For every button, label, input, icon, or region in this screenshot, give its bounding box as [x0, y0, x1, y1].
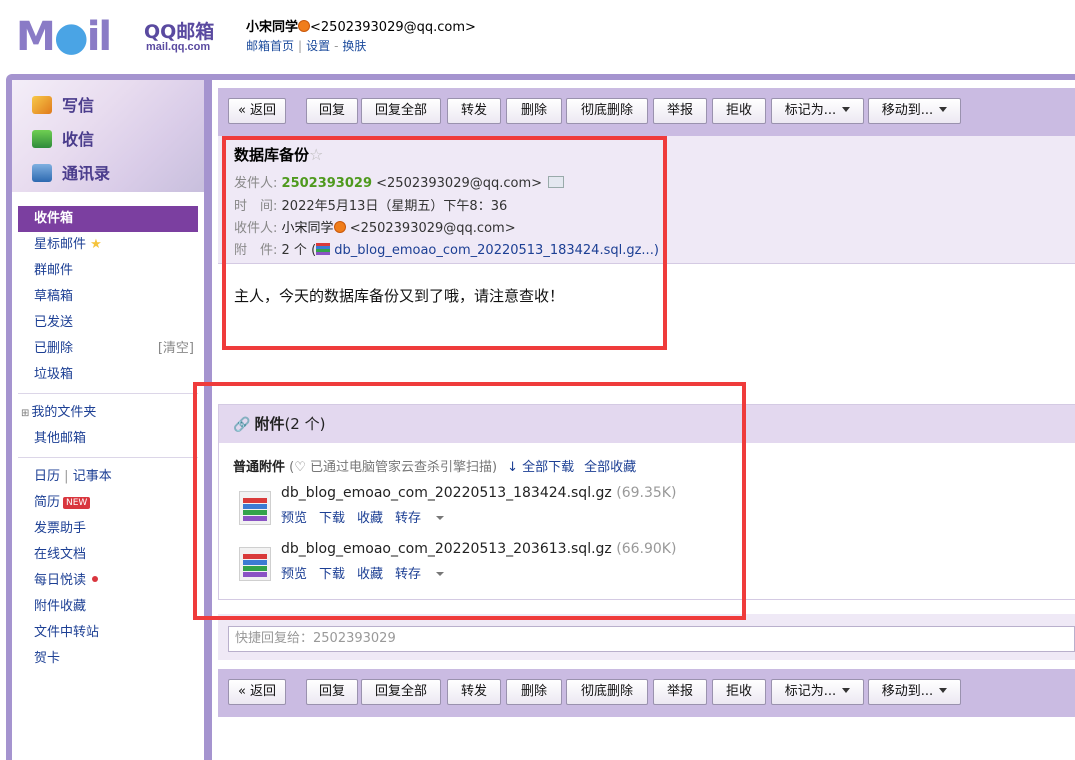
notes-link[interactable]: 记事本 — [73, 469, 112, 484]
unread-dot-icon — [92, 576, 99, 582]
user-info: 小宋同学 <2502393029@qq.com> — [246, 16, 476, 35]
invoice-assistant-link[interactable]: 发票助手 — [18, 516, 198, 542]
chevron-down-icon — [939, 688, 948, 693]
chevron-down-icon — [842, 688, 851, 693]
reply-all-button[interactable]: 回复全部 — [361, 98, 441, 124]
quick-actions-panel: 写信 收信 通讯录 — [12, 80, 204, 192]
online-docs-link[interactable]: 在线文档 — [18, 542, 198, 568]
delete-forever-button[interactable]: 彻底删除 — [566, 679, 648, 705]
user-links: 邮箱首页 | 设置 - 换肤 — [246, 39, 367, 53]
top-toolbar: « 返回 回复 回复全部 转发 删除 彻底删除 举报 拒收 标记为... 移动到… — [218, 88, 1075, 136]
report-button[interactable]: 举报 — [653, 679, 707, 705]
delete-forever-button[interactable]: 彻底删除 — [566, 98, 648, 124]
user-email: <2502393029@qq.com> — [310, 20, 476, 35]
calendar-notes-row: 日历 | 记事本 — [18, 464, 198, 490]
back-button[interactable]: « 返回 — [228, 679, 286, 705]
receive-mail-button[interactable]: 收信 — [32, 126, 94, 150]
reply-button[interactable]: 回复 — [306, 98, 358, 124]
contacts-button[interactable]: 通讯录 — [32, 160, 110, 184]
mark-as-dropdown[interactable]: 标记为... — [771, 98, 864, 124]
mark-as-dropdown[interactable]: 标记为... — [771, 679, 864, 705]
divider — [18, 457, 198, 458]
resume-link[interactable]: 简历 NEW — [18, 490, 198, 516]
folder-my-folders[interactable]: ⊞ 我的文件夹 — [18, 400, 198, 426]
write-label: 写信 — [62, 96, 95, 115]
settings-link[interactable]: 设置 — [306, 39, 330, 53]
greeting-card-link[interactable]: 贺卡 — [18, 646, 198, 672]
highlight-box-attachments — [193, 382, 746, 620]
folder-sent[interactable]: 已发送 — [18, 310, 198, 336]
folder-starred[interactable]: 星标邮件 ★ — [18, 232, 198, 258]
mailbox-home-link[interactable]: 邮箱首页 — [246, 39, 294, 53]
daily-reading-link[interactable]: 每日悦读 — [18, 568, 198, 594]
logo-url-text: mail.qq.com — [146, 41, 211, 53]
top-header: M●il QQ邮箱 mail.qq.com 小宋同学 <2502393029@qq… — [0, 0, 1075, 78]
delete-button[interactable]: 删除 — [506, 679, 562, 705]
my-folders-label: 我的文件夹 — [31, 405, 97, 420]
folder-starred-label: 星标邮件 — [34, 237, 87, 252]
calendar-link[interactable]: 日历 — [34, 469, 60, 484]
expand-icon[interactable]: ⊞ — [21, 408, 29, 419]
folder-drafts[interactable]: 草稿箱 — [18, 284, 198, 310]
folder-spam[interactable]: 垃圾箱 — [18, 362, 198, 388]
write-icon — [32, 96, 52, 114]
forward-button[interactable]: 转发 — [447, 679, 501, 705]
mark-as-label: 标记为... — [784, 684, 837, 699]
resume-label: 简历 — [34, 495, 61, 510]
star-icon: ★ — [90, 237, 102, 252]
move-to-dropdown[interactable]: 移动到... — [868, 679, 961, 705]
file-transfer-link[interactable]: 文件中转站 — [18, 620, 198, 646]
bottom-toolbar: « 返回 回复 回复全部 转发 删除 彻底删除 举报 拒收 标记为... 移动到… — [218, 669, 1075, 717]
folder-other-mailbox[interactable]: 其他邮箱 — [18, 426, 198, 452]
attachment-favorites-link[interactable]: 附件收藏 — [18, 594, 198, 620]
user-name: 小宋同学 — [246, 20, 299, 35]
reply-button[interactable]: 回复 — [306, 679, 358, 705]
quick-reply-input[interactable]: 快捷回复给：2502393029 — [228, 626, 1075, 652]
highlight-box-mail-header — [222, 136, 667, 350]
logo-mail-text: M●il — [16, 14, 112, 60]
chevron-down-icon — [842, 107, 851, 112]
move-to-label: 移动到... — [881, 684, 934, 699]
quick-reply-bar: 快捷回复给：2502393029 — [218, 614, 1075, 660]
reject-button[interactable]: 拒收 — [712, 679, 766, 705]
move-to-dropdown[interactable]: 移动到... — [868, 98, 961, 124]
report-button[interactable]: 举报 — [653, 98, 707, 124]
receive-label: 收信 — [62, 130, 95, 149]
new-badge: NEW — [63, 497, 91, 509]
logo-cn-text: QQ邮箱 — [144, 21, 215, 43]
write-mail-button[interactable]: 写信 — [32, 92, 94, 116]
daily-reading-label: 每日悦读 — [34, 573, 87, 588]
folder-inbox[interactable]: 收件箱 — [18, 206, 198, 232]
qq-mail-logo[interactable]: M●il QQ邮箱 mail.qq.com — [16, 14, 226, 60]
chevron-down-icon — [939, 107, 948, 112]
folder-deleted-label: 已删除 — [34, 341, 74, 356]
contacts-icon — [32, 164, 52, 182]
back-button[interactable]: « 返回 — [228, 98, 286, 124]
change-skin-link[interactable]: 换肤 — [342, 39, 366, 53]
folder-deleted[interactable]: 已删除 [清空] — [18, 336, 198, 362]
delete-button[interactable]: 删除 — [506, 98, 562, 124]
folder-list: 收件箱 星标邮件 ★ 群邮件 草稿箱 已发送 已删除 [清空] 垃圾箱 ⊞ 我的文件… — [18, 206, 198, 672]
mark-as-label: 标记为... — [784, 103, 837, 118]
separator: | — [64, 469, 69, 484]
reject-button[interactable]: 拒收 — [712, 98, 766, 124]
user-avatar-icon — [298, 20, 311, 32]
reply-all-button[interactable]: 回复全部 — [361, 679, 441, 705]
forward-button[interactable]: 转发 — [447, 98, 501, 124]
clear-deleted-link[interactable]: [清空] — [158, 336, 194, 362]
move-to-label: 移动到... — [881, 103, 934, 118]
receive-icon — [32, 130, 52, 148]
contacts-label: 通讯录 — [62, 164, 111, 183]
divider — [18, 393, 198, 394]
folder-group[interactable]: 群邮件 — [18, 258, 198, 284]
